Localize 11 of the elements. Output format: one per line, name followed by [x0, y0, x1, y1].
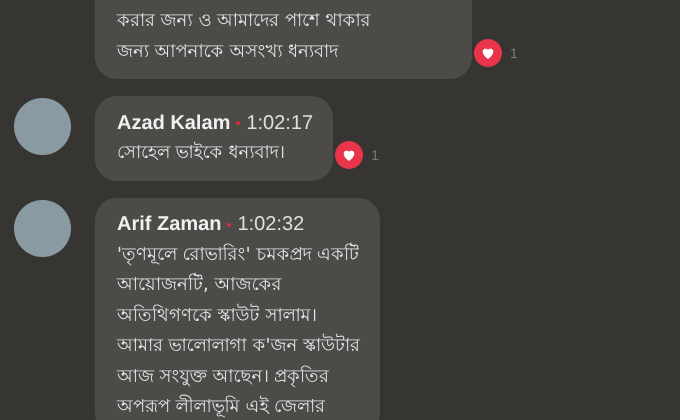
author-name[interactable]: Azad Kalam: [117, 112, 230, 134]
separator-dot: [227, 222, 232, 226]
timestamp[interactable]: 1:02:17: [246, 112, 314, 134]
timestamp[interactable]: 1:02:32: [237, 213, 304, 236]
comment-text: 'তৃণমূলে রোভারিং' চমকপ্রদ একটি আয়োজনটি, আজকের অতিথিগণকে স্কাউট সালাম। আমার ভালোলাগা ক'জন স্কাউটার আজ সংযুক্ত আছেন। প্রকৃতির অপরূপ লীলাভূমি এই জেলার: [117, 242, 360, 420]
author-name[interactable]: Arif Zaman: [117, 213, 222, 236]
reaction-count: 1: [510, 45, 518, 61]
comment-text: সোহেল ভাইকে ধন্যবাদ।: [117, 140, 286, 165]
separator-dot: [236, 121, 240, 125]
reaction-count: 1: [371, 146, 379, 162]
comment-text: করার জন্য ও আমাদের পাশে থাকার জন্য আপনাকে অসংখ্য ধন্যবাদ: [117, 9, 372, 64]
